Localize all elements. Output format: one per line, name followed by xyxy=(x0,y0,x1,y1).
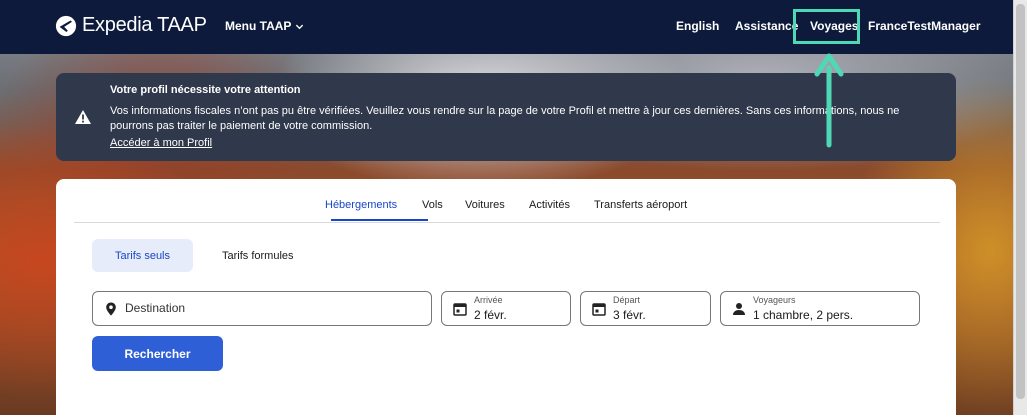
language-link[interactable]: English xyxy=(676,19,719,33)
annotation-arrow-icon xyxy=(814,53,844,148)
brand-logo[interactable]: Expedia TAAP xyxy=(55,14,207,37)
departure-value: 3 févr. xyxy=(613,308,646,322)
expedia-logo-icon xyxy=(55,15,77,36)
active-tab-indicator xyxy=(331,219,428,221)
location-pin-icon xyxy=(106,302,116,316)
top-nav-bar: Expedia TAAP Menu TAAP English Assistanc… xyxy=(0,0,1014,54)
tab-activites[interactable]: Activités xyxy=(529,199,570,211)
arrival-value: 2 févr. xyxy=(474,308,507,322)
search-button[interactable]: Rechercher xyxy=(92,336,223,371)
arrival-label: Arrivée xyxy=(474,295,503,305)
brand-name: Expedia TAAP xyxy=(82,14,207,36)
profile-link[interactable]: Accéder à mon Profil xyxy=(110,137,212,149)
tab-transferts[interactable]: Transferts aéroport xyxy=(594,199,687,211)
destination-field[interactable]: Destination xyxy=(92,291,432,326)
travelers-field[interactable]: Voyageurs 1 chambre, 2 pers. xyxy=(720,291,920,326)
destination-placeholder: Destination xyxy=(125,301,186,315)
product-tabs: Hébergements Vols Voitures Activités Tra… xyxy=(74,179,940,223)
search-panel: Hébergements Vols Voitures Activités Tra… xyxy=(56,179,956,415)
arrival-date-field[interactable]: Arrivée 2 févr. xyxy=(441,291,571,326)
person-icon xyxy=(733,303,745,315)
departure-label: Départ xyxy=(613,295,641,305)
calendar-icon xyxy=(592,303,606,316)
travelers-value: 1 chambre, 2 pers. xyxy=(753,308,854,322)
menu-taap-label: Menu TAAP xyxy=(225,19,292,33)
warning-icon xyxy=(75,110,91,124)
travelers-label: Voyageurs xyxy=(753,295,796,305)
help-link[interactable]: Assistance xyxy=(735,19,798,33)
menu-taap-dropdown[interactable]: Menu TAAP xyxy=(225,19,304,33)
trips-highlight-box xyxy=(793,9,860,44)
tab-hebergements[interactable]: Hébergements xyxy=(325,199,397,211)
rate-option-selected[interactable]: Tarifs seuls xyxy=(92,239,193,272)
alert-title: Votre profil nécessite votre attention xyxy=(110,84,301,96)
calendar-icon xyxy=(453,303,467,316)
page-scrollbar[interactable] xyxy=(1013,0,1027,415)
chevron-down-icon xyxy=(296,24,304,29)
tab-vols[interactable]: Vols xyxy=(422,199,443,211)
rate-option-packages[interactable]: Tarifs formules xyxy=(222,250,294,262)
departure-date-field[interactable]: Départ 3 févr. xyxy=(580,291,711,326)
account-link[interactable]: FranceTestManager xyxy=(868,19,980,33)
tab-voitures[interactable]: Voitures xyxy=(465,199,505,211)
scrollbar-thumb[interactable] xyxy=(1016,4,1025,399)
